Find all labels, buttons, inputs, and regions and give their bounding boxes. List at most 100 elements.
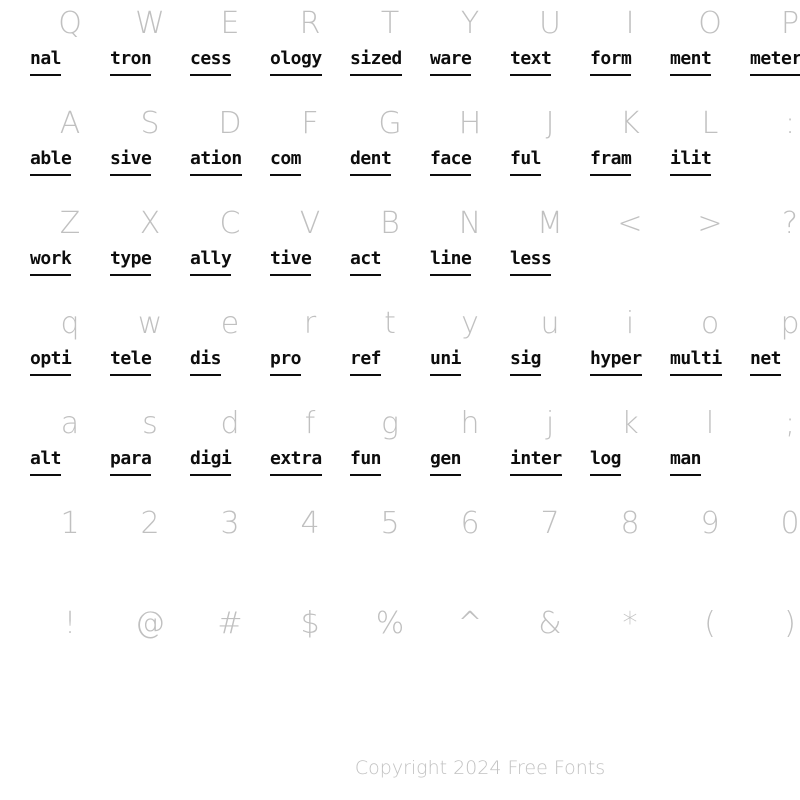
- key-character: Z: [59, 206, 81, 241]
- key-cell[interactable]: #: [190, 600, 270, 700]
- key-cell[interactable]: g fun: [350, 400, 430, 500]
- key-cell[interactable]: Yware: [430, 0, 510, 100]
- key-cell[interactable]: ): [750, 600, 800, 700]
- key-cell[interactable]: w tele: [110, 300, 190, 400]
- key-cell[interactable]: d digi: [190, 400, 270, 500]
- footer-copyright: Copyright 2024 Free Fonts: [0, 757, 800, 779]
- key-cell[interactable]: ;: [750, 400, 800, 500]
- key-cell[interactable]: Rology: [270, 0, 350, 100]
- key-character: 5: [380, 506, 400, 541]
- key-cell[interactable]: Aable: [30, 100, 110, 200]
- key-cell[interactable]: Lilit: [670, 100, 750, 200]
- key-cell[interactable]: Utext: [510, 0, 590, 100]
- key-cell[interactable]: Gdent: [350, 100, 430, 200]
- key-sample-word-text: ation: [190, 145, 242, 176]
- key-cell[interactable]: ?: [750, 200, 800, 300]
- key-character: o: [700, 306, 720, 341]
- key-sample-word-text: meter: [750, 45, 800, 76]
- key-cell[interactable]: 7: [510, 500, 590, 600]
- key-cell[interactable]: r pro: [270, 300, 350, 400]
- key-sample-word: net: [750, 345, 800, 376]
- key-character: $: [300, 606, 320, 641]
- key-cell[interactable]: Mless: [510, 200, 590, 300]
- key-cell[interactable]: Ecess: [190, 0, 270, 100]
- key-cell[interactable]: &: [510, 600, 590, 700]
- key-cell[interactable]: ^: [430, 600, 510, 700]
- key-character: W: [135, 6, 165, 41]
- key-cell[interactable]: i hyper: [590, 300, 670, 400]
- key-character: h: [460, 406, 480, 441]
- key-sample-word-text: ful: [510, 145, 542, 176]
- key-cell[interactable]: Ssive: [110, 100, 190, 200]
- row-zxcv-upper: Zwork Xtype Cally Vtive Bact Nline Mless < >?: [0, 200, 800, 300]
- key-cell[interactable]: o multi: [670, 300, 750, 400]
- key-character: y: [461, 306, 479, 341]
- key-cell[interactable]: p net: [750, 300, 800, 400]
- key-cell[interactable]: Tsized: [350, 0, 430, 100]
- key-cell[interactable]: *: [590, 600, 670, 700]
- key-cell[interactable]: 8: [590, 500, 670, 600]
- key-cell[interactable]: a alt: [30, 400, 110, 500]
- key-sample-word-text: work: [30, 245, 72, 276]
- key-sample-word-text: type: [110, 245, 152, 276]
- key-cell[interactable]: <: [590, 200, 670, 300]
- key-cell[interactable]: Jful: [510, 100, 590, 200]
- key-cell[interactable]: l man: [670, 400, 750, 500]
- key-cell[interactable]: y uni: [430, 300, 510, 400]
- key-sample-word: [750, 445, 800, 473]
- key-cell[interactable]: 1: [30, 500, 110, 600]
- key-cell[interactable]: Nline: [430, 200, 510, 300]
- key-cell[interactable]: 0: [750, 500, 800, 600]
- key-cell[interactable]: Kfram: [590, 100, 670, 200]
- key-cell[interactable]: Oment: [670, 0, 750, 100]
- key-character: R: [299, 6, 321, 41]
- key-cell[interactable]: s para: [110, 400, 190, 500]
- key-cell[interactable]: (: [670, 600, 750, 700]
- key-cell[interactable]: Zwork: [30, 200, 110, 300]
- key-cell[interactable]: Pmeter: [750, 0, 800, 100]
- key-cell[interactable]: 3: [190, 500, 270, 600]
- key-cell[interactable]: Dation: [190, 100, 270, 200]
- key-sample-word-text: nal: [30, 45, 62, 76]
- key-character: D: [218, 106, 242, 141]
- key-cell[interactable]: e dis: [190, 300, 270, 400]
- key-cell[interactable]: >: [670, 200, 750, 300]
- key-cell[interactable]: h gen: [430, 400, 510, 500]
- key-cell[interactable]: :: [750, 100, 800, 200]
- key-sample-word-text: dent: [350, 145, 392, 176]
- key-cell[interactable]: t ref: [350, 300, 430, 400]
- key-cell[interactable]: 9: [670, 500, 750, 600]
- key-cell[interactable]: q opti: [30, 300, 110, 400]
- key-sample-word-text: ally: [190, 245, 232, 276]
- key-sample-word-text: para: [110, 445, 152, 476]
- key-character: >: [697, 206, 723, 241]
- key-cell[interactable]: 2: [110, 500, 190, 600]
- key-cell[interactable]: j inter: [510, 400, 590, 500]
- key-cell[interactable]: Qnal: [30, 0, 110, 100]
- key-cell[interactable]: f extra: [270, 400, 350, 500]
- key-cell[interactable]: Hface: [430, 100, 510, 200]
- key-cell[interactable]: Fcom: [270, 100, 350, 200]
- key-cell[interactable]: 6: [430, 500, 510, 600]
- key-cell[interactable]: %: [350, 600, 430, 700]
- key-cell[interactable]: k log: [590, 400, 670, 500]
- key-sample-word: [750, 545, 800, 573]
- key-character: i: [625, 306, 635, 341]
- key-cell[interactable]: Bact: [350, 200, 430, 300]
- key-cell[interactable]: u sig: [510, 300, 590, 400]
- key-character: s: [142, 406, 158, 441]
- key-cell[interactable]: Vtive: [270, 200, 350, 300]
- key-cell[interactable]: 4: [270, 500, 350, 600]
- row-symbols: ! @ # $% ^ & * (): [0, 600, 800, 700]
- key-cell[interactable]: 5: [350, 500, 430, 600]
- key-cell[interactable]: Xtype: [110, 200, 190, 300]
- key-cell[interactable]: Iform: [590, 0, 670, 100]
- key-character: ): [784, 606, 796, 641]
- key-cell[interactable]: !: [30, 600, 110, 700]
- key-character: %: [375, 606, 405, 641]
- key-character: 4: [300, 506, 320, 541]
- key-cell[interactable]: @: [110, 600, 190, 700]
- key-cell[interactable]: $: [270, 600, 350, 700]
- key-cell[interactable]: Wtron: [110, 0, 190, 100]
- key-cell[interactable]: Cally: [190, 200, 270, 300]
